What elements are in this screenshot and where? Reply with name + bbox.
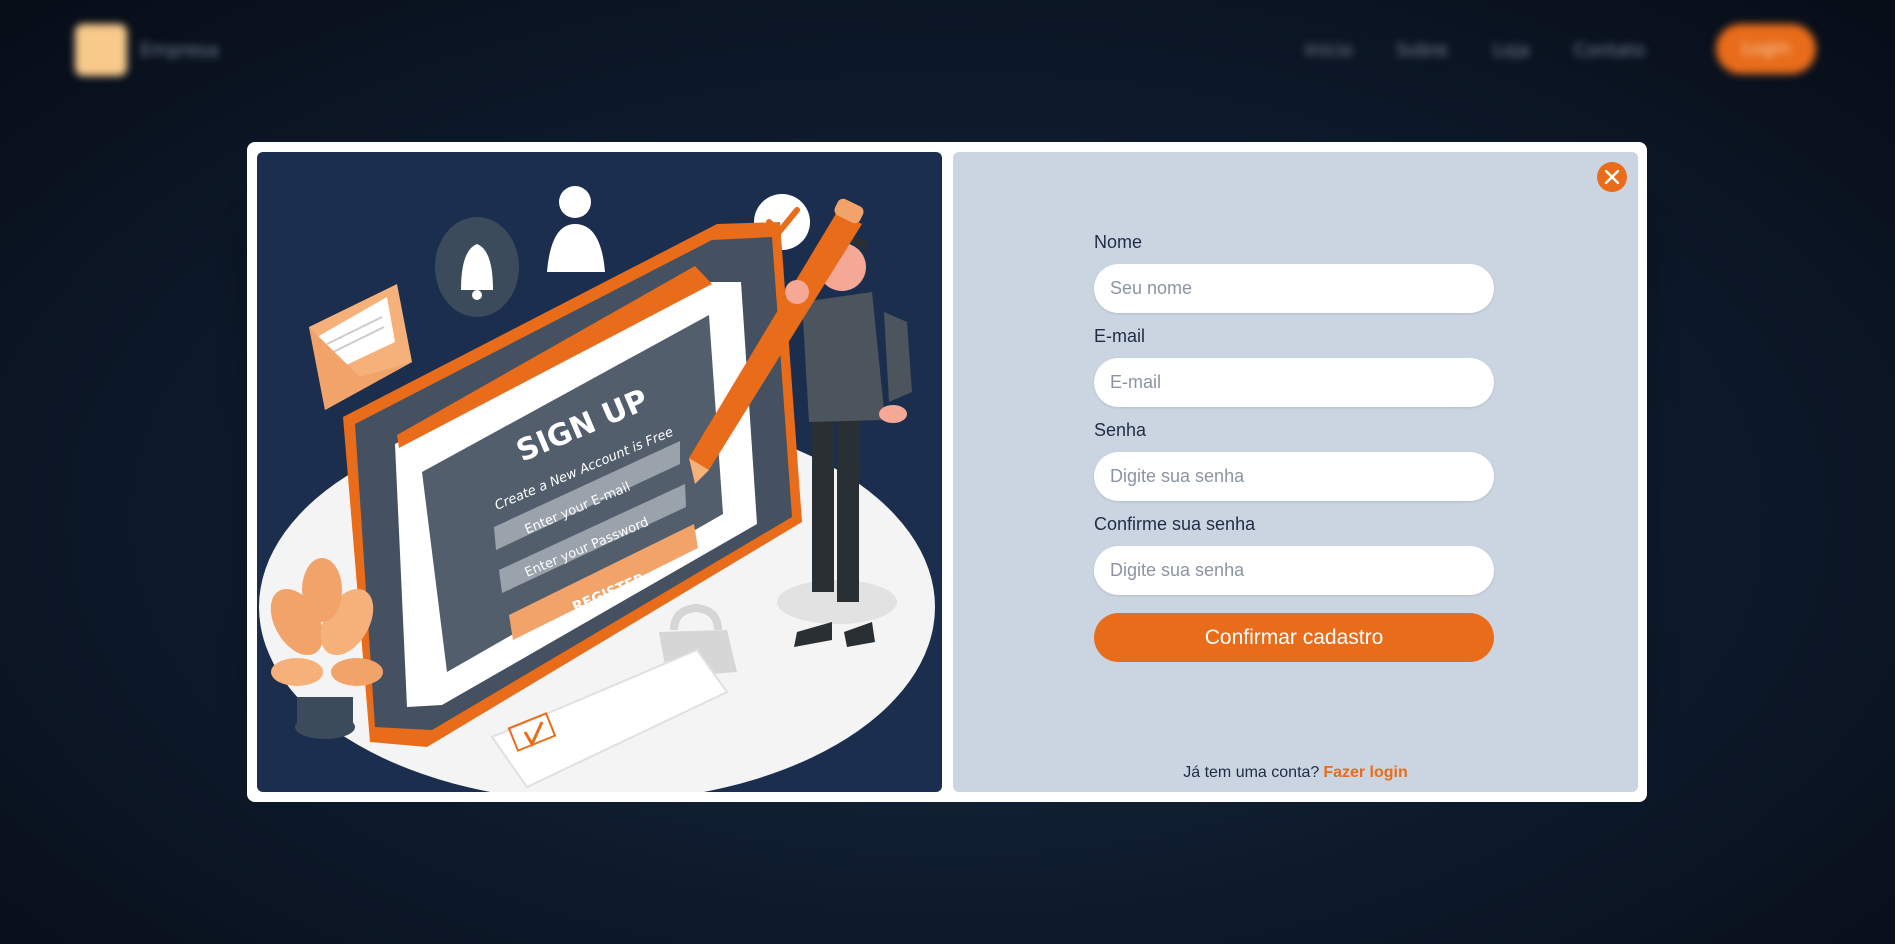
close-button[interactable] — [1597, 162, 1627, 192]
signup-illustration: SIGN UP Create a New Account is Free Ent… — [257, 152, 942, 792]
login-prompt-text: Já tem uma conta? — [1183, 764, 1320, 781]
brand-name: Empresa — [140, 40, 219, 61]
name-label: Nome — [1094, 232, 1143, 252]
password-label: Senha — [1094, 420, 1147, 440]
signup-illustration-art: SIGN UP Create a New Account is Free Ent… — [259, 186, 935, 792]
nav-link-inicio: Início — [1305, 40, 1353, 61]
confirm-password-field[interactable] — [1094, 546, 1494, 595]
nav-link-loja: Loja — [1493, 40, 1530, 61]
email-field[interactable] — [1094, 358, 1494, 407]
password-field[interactable] — [1094, 452, 1494, 501]
confirm-password-label: Confirme sua senha — [1094, 514, 1256, 534]
signup-modal: SIGN UP Create a New Account is Free Ent… — [247, 142, 1647, 802]
email-label: E-mail — [1094, 326, 1146, 346]
nav-link-contato: Contato — [1574, 40, 1646, 61]
login-prompt: Já tem uma conta? Fazer login — [953, 764, 1638, 782]
signup-form-panel: Nome E-mail Senha Confirme sua senha Con… — [953, 152, 1638, 792]
brand-logo — [75, 24, 127, 76]
background-login-button: Login — [1716, 24, 1816, 74]
close-icon — [1605, 170, 1619, 184]
nav-link-sobre: Sobre — [1396, 40, 1448, 61]
login-link[interactable]: Fazer login — [1323, 764, 1407, 781]
signup-form: Nome E-mail Senha Confirme sua senha Con… — [1094, 232, 1494, 662]
name-field[interactable] — [1094, 264, 1494, 313]
confirm-signup-button[interactable]: Confirmar cadastro — [1094, 613, 1494, 662]
background-navbar: Empresa Início Sobre Loja Contato Login — [0, 0, 1895, 100]
bell-icon — [435, 217, 519, 317]
user-icon — [547, 186, 605, 272]
